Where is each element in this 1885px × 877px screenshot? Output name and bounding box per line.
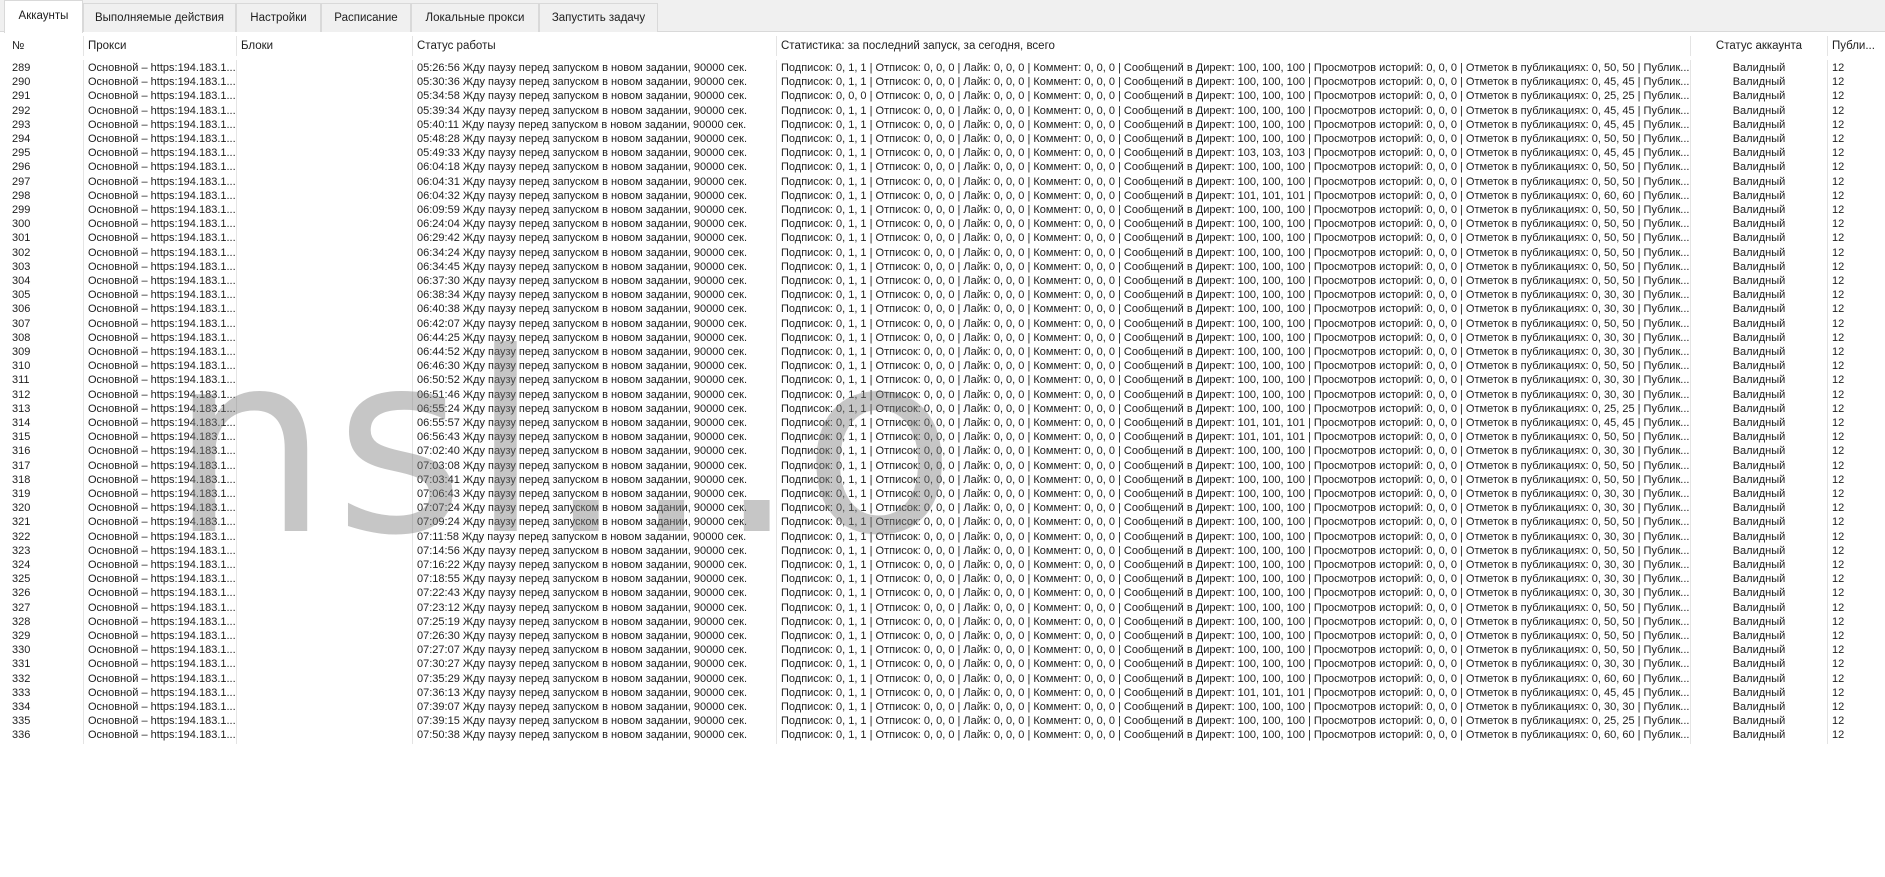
tab-actions[interactable]: Выполняемые действия: [83, 3, 236, 32]
column-header-status[interactable]: Статус работы: [413, 36, 777, 56]
tab-local-proxies[interactable]: Локальные прокси: [411, 3, 539, 32]
work-status-cell: 07:50:38 Жду паузу перед запуском в ново…: [413, 727, 777, 745]
grid-header: № Прокси Блоки Статус работы Статистика:…: [0, 36, 1885, 56]
column-header-blocks[interactable]: Блоки: [237, 36, 413, 56]
proxy-cell: Основной – https:194.183.1...: [84, 727, 237, 745]
blocks-cell: [237, 727, 413, 745]
account-status-cell: Валидный: [1691, 727, 1828, 745]
column-header-publications[interactable]: Публи...: [1828, 36, 1885, 56]
column-header-num[interactable]: №: [8, 36, 84, 56]
table-row[interactable]: 336 Основной – https:194.183.1... 07:50:38…: [0, 727, 1885, 745]
column-header-proxy[interactable]: Прокси: [84, 36, 237, 56]
tab-accounts[interactable]: Аккаунты: [4, 0, 83, 33]
publications-cell: 12: [1832, 729, 1845, 742]
tab-bar: Аккаунты Выполняемые действия Настройки …: [0, 0, 1885, 33]
row-number: 336: [8, 727, 84, 745]
tab-run-task[interactable]: Запустить задачу: [539, 3, 658, 32]
tab-settings[interactable]: Настройки: [236, 3, 321, 32]
accounts-grid[interactable]: № Прокси Блоки Статус работы Статистика:…: [0, 36, 1885, 877]
tab-schedule[interactable]: Расписание: [321, 3, 411, 32]
column-header-account-status[interactable]: Статус аккаунта: [1691, 36, 1828, 56]
column-header-stats[interactable]: Статистика: за последний запуск, за сего…: [777, 36, 1691, 56]
statistics-cell: Подписок: 0, 1, 1 | Отписок: 0, 0, 0 | Л…: [777, 727, 1691, 745]
